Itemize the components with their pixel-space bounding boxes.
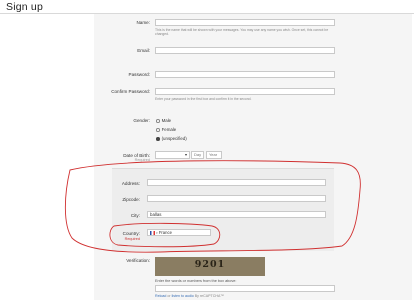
captcha-image: 9201 bbox=[155, 257, 265, 276]
city-label: City: bbox=[130, 213, 140, 218]
name-hint: This is the name that will be shown with… bbox=[155, 28, 329, 37]
gender-label: Gender: bbox=[133, 118, 150, 123]
page-title: Sign up bbox=[6, 1, 44, 13]
gender-option-male[interactable]: Male bbox=[156, 118, 171, 123]
confirm-password-input[interactable] bbox=[155, 88, 335, 95]
zipcode-input[interactable] bbox=[147, 195, 326, 202]
dob-month-select[interactable]: ▾ bbox=[155, 151, 190, 159]
chevron-down-icon: ▾ bbox=[184, 152, 187, 157]
dob-day-input[interactable]: Day bbox=[191, 151, 204, 159]
dob-required: Required bbox=[134, 158, 150, 162]
name-input[interactable] bbox=[155, 19, 335, 26]
chevron-down-icon: ▾ bbox=[156, 231, 158, 235]
gender-option-female[interactable]: Female bbox=[156, 127, 176, 132]
address-input[interactable] bbox=[147, 179, 326, 186]
verification-label: Verification: bbox=[126, 258, 150, 263]
dob-year-input[interactable]: Year bbox=[206, 151, 222, 159]
radio-icon bbox=[156, 128, 160, 132]
reload-captcha-link[interactable]: Reload bbox=[155, 294, 166, 298]
name-label: Name: bbox=[136, 20, 150, 25]
confirm-password-label: Confirm Password: bbox=[111, 89, 150, 94]
country-label: Country: bbox=[122, 231, 140, 236]
password-input[interactable] bbox=[155, 71, 335, 78]
password-label: Password: bbox=[128, 72, 150, 77]
captcha-text: 9201 bbox=[194, 259, 226, 270]
zipcode-label: Zipcode: bbox=[122, 197, 140, 202]
email-label: Email: bbox=[137, 48, 150, 53]
address-label: Address: bbox=[121, 181, 140, 186]
gender-option-unspecified[interactable]: (unspecified) bbox=[156, 136, 187, 141]
email-input[interactable] bbox=[155, 47, 335, 54]
captcha-input[interactable] bbox=[155, 285, 335, 292]
captcha-links: Reload or listen to audio By reCAPTCHA™ bbox=[155, 294, 224, 298]
country-required: Required bbox=[124, 237, 140, 241]
confirm-password-hint: Enter your password in the first box and… bbox=[155, 97, 252, 101]
audio-captcha-link[interactable]: listen to audio bbox=[172, 294, 194, 298]
captcha-instruction: Enter the words or numbers from the box … bbox=[155, 279, 237, 283]
country-select[interactable]: ▾ France bbox=[147, 229, 211, 236]
france-flag-icon bbox=[150, 231, 155, 235]
city-input[interactable]: ballas bbox=[147, 211, 326, 218]
radio-icon bbox=[156, 119, 160, 123]
radio-selected-icon bbox=[156, 137, 160, 141]
